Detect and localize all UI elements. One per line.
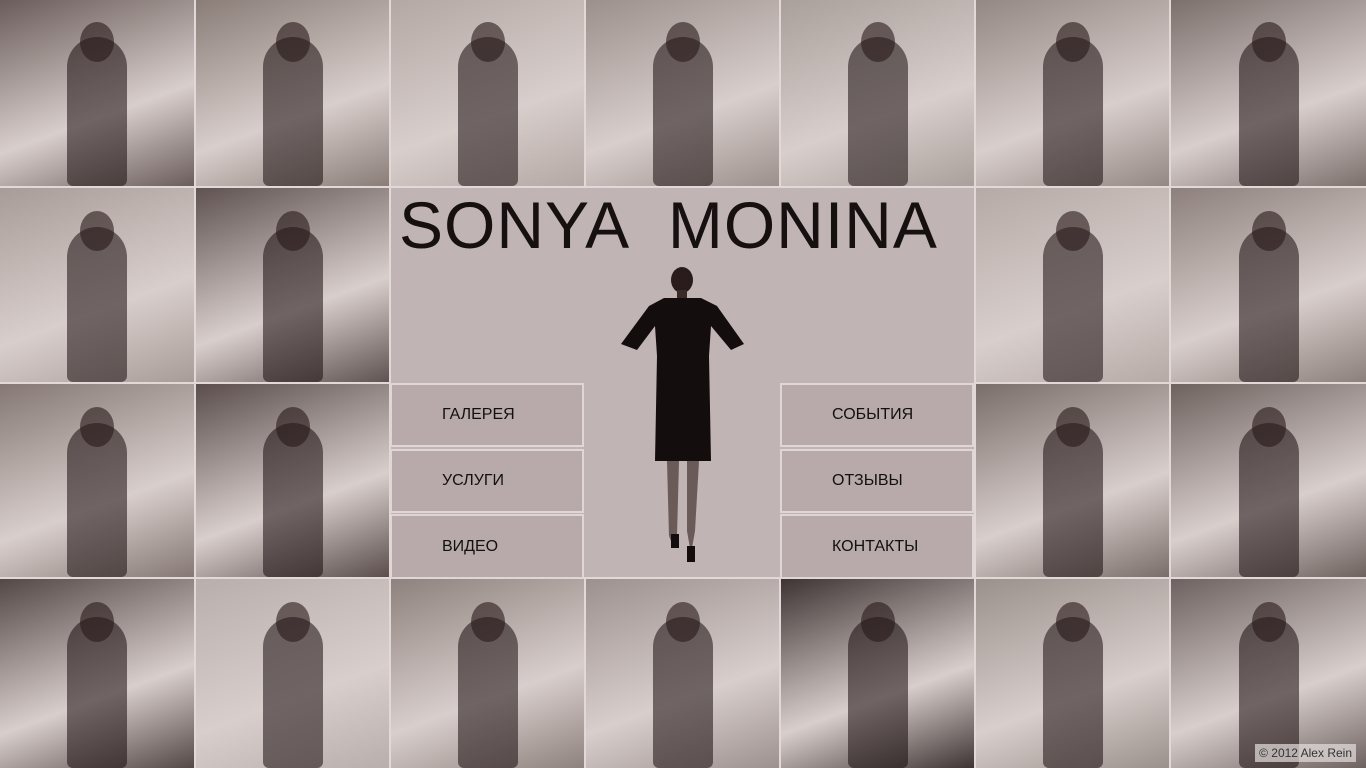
model-head — [1055, 211, 1090, 252]
model-head — [80, 22, 114, 63]
model-head — [275, 601, 310, 642]
site-title: SONYA MONINA — [399, 188, 938, 262]
menu-label: УСЛУГИ — [442, 472, 505, 489]
gallery-photo[interactable] — [781, 0, 974, 186]
model-head — [1055, 601, 1090, 642]
gallery-photo[interactable] — [0, 188, 194, 382]
model-head — [1251, 211, 1286, 252]
menu-gallery[interactable]: ГАЛЕРЕЯ — [390, 383, 584, 447]
gallery-photo[interactable] — [1171, 0, 1366, 186]
model-head — [665, 22, 700, 63]
menu-services[interactable]: УСЛУГИ — [390, 449, 584, 513]
gallery-photo[interactable] — [976, 0, 1169, 186]
gallery-photo[interactable] — [1171, 579, 1366, 768]
menu-label: КОНТАКТЫ — [832, 537, 919, 555]
gallery-photo[interactable] — [586, 0, 779, 186]
gallery-photo[interactable] — [391, 0, 584, 186]
model-head — [275, 211, 310, 252]
gallery-photo[interactable] — [1171, 188, 1366, 382]
menu-label: ВИДЕО — [442, 537, 499, 555]
gallery-photo[interactable] — [0, 579, 194, 768]
gallery-photo[interactable] — [0, 384, 194, 577]
gallery-photo[interactable] — [391, 579, 584, 768]
model-head — [860, 601, 895, 642]
model-head — [1055, 22, 1090, 63]
model-head — [80, 601, 114, 642]
menu-events[interactable]: СОБЫТИЯ — [780, 383, 974, 447]
gallery-photo[interactable] — [196, 188, 389, 382]
model-head — [80, 407, 114, 448]
gallery-photo[interactable] — [976, 579, 1169, 768]
model-head — [1251, 601, 1286, 642]
model-head — [1055, 407, 1090, 448]
gallery-photo[interactable] — [196, 579, 389, 768]
menu-label: ГАЛЕРЕЯ — [442, 406, 515, 423]
model-head — [665, 601, 700, 642]
gallery-photo[interactable] — [196, 384, 389, 577]
model-head — [470, 601, 505, 642]
gallery-photo[interactable] — [781, 579, 974, 768]
gallery-photo[interactable] — [196, 0, 389, 186]
gallery-photo[interactable] — [976, 384, 1169, 577]
model-head — [275, 22, 310, 63]
model-head — [470, 22, 505, 63]
gallery-photo[interactable] — [0, 0, 194, 186]
model-head — [1251, 407, 1286, 448]
model-head — [80, 211, 114, 252]
copyright: © 2012 Alex Rein — [1255, 744, 1356, 762]
model-head — [1251, 22, 1286, 63]
model-head — [860, 22, 895, 63]
menu-contacts[interactable]: КОНТАКТЫ — [780, 514, 974, 579]
model-head — [275, 407, 310, 448]
menu-label: СОБЫТИЯ — [832, 406, 914, 423]
gallery-photo[interactable] — [976, 188, 1169, 382]
menu-video[interactable]: ВИДЕО — [390, 514, 584, 579]
gallery-photo[interactable] — [586, 579, 779, 768]
gallery-photo[interactable] — [1171, 384, 1366, 577]
menu-reviews[interactable]: ОТЗЫВЫ — [780, 449, 974, 513]
menu-label: ОТЗЫВЫ — [832, 472, 903, 489]
model-silhouette-image — [621, 267, 744, 562]
